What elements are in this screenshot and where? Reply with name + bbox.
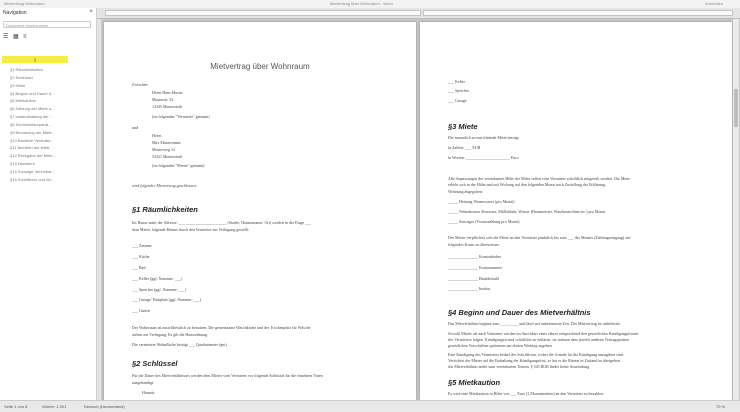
text-line: ___ Garage/ Parkplatz (ggf. Nummer: ___) (132, 297, 202, 302)
text-line: Sowohl Mieter als auch Vermieter werden … (448, 331, 639, 336)
text-line: Das Mietverhältnis beginnt zum __.__.___… (448, 321, 621, 326)
text-line: _____ Nebenkosten Abwasser, Müllabfuhr, … (448, 209, 606, 214)
text-line: (im folgenden "Vermieter" genannt) (152, 114, 210, 119)
word-count[interactable]: Wörter: 1.391 (42, 401, 66, 412)
text-line: das Mietverhältnis endet zum vereinbarte… (448, 364, 591, 369)
text-line: ___ Speicher (448, 88, 469, 93)
nav-heading-item[interactable]: §15 Schriftform und Wi... (10, 176, 56, 184)
text-line: ___ Zimmer (132, 243, 152, 248)
text-line: Der Wohnraum ist ausschliesslich zu benu… (132, 325, 311, 330)
nav-heading-item[interactable]: §13 Haustiere (10, 160, 56, 168)
text-line: (im folgenden "Mieter" genannt) (152, 163, 205, 168)
text-line: ___ Speicher (ggf. Nummer: ___) (132, 287, 187, 292)
nav-heading-item[interactable]: §11 Betreten der Mietr... (10, 144, 56, 152)
nav-heading-item[interactable]: §7 Instandhaltung der ... (10, 113, 56, 121)
section-heading: §5 Mietkaution (448, 378, 501, 387)
text-line: Eine Kündigung des Vermieters bedarf der… (448, 352, 624, 357)
text-line: 12345 Musterstadt (152, 104, 182, 109)
text-line: Musterstr. 33 (152, 97, 174, 102)
nav-heading-selected[interactable]: § (2, 56, 68, 63)
text-line: 54321 Musterstadt (152, 154, 182, 159)
section-heading: §2 Schlüssel (132, 359, 178, 368)
section-heading: §4 Beginn und Dauer des Mietverhältnis (448, 308, 591, 317)
section-heading: §1 Räumlichkeiten (132, 205, 198, 214)
nav-heading-item[interactable]: §12 Rückgabe der Mietr... (10, 152, 56, 160)
text-line: Musterweg 12 (152, 147, 175, 152)
nav-heading-item[interactable]: §10 Bauliche Veränder... (10, 137, 56, 145)
close-icon[interactable]: × (89, 9, 93, 15)
text-line: Wohnung abgegolten: (448, 189, 484, 194)
vertical-ruler[interactable] (97, 19, 102, 400)
horizontal-ruler[interactable] (97, 8, 740, 19)
navigation-heading-list: §1 Räumlichkeiten §2 Schlüssel §3 Miete … (10, 66, 56, 184)
nav-heading-item[interactable]: §6 Zahlung der Miete u... (10, 105, 56, 113)
text-line: _______________ Institut (448, 286, 491, 291)
text-line: _______________ Kontoinhaber (448, 254, 501, 259)
window-title-left: Mietvertrag Wohnraum (4, 1, 45, 6)
results-view-icon[interactable]: ≡ (23, 33, 27, 41)
ruler-page1 (105, 10, 421, 16)
text-line: Max Mustermann (152, 140, 181, 145)
nav-heading-item[interactable]: §1 Räumlichkeiten (10, 66, 56, 74)
vertical-scrollbar[interactable] (733, 19, 739, 400)
text-line: ___ Bad (132, 265, 146, 270)
text-line: Im Hause unter der Adresse: ____________… (132, 220, 312, 225)
nav-heading-item[interactable]: §8 Schönheitsreparat... (10, 121, 56, 129)
section-heading: §3 Miete (448, 122, 478, 131)
text-line: ___ Keller (ggf. Nummer: ___) (132, 276, 183, 281)
navigation-title: Navigation (3, 10, 27, 16)
document-page-2[interactable]: ___ Keller ___ Speicher ___ Garage §3 Mi… (420, 22, 732, 400)
text-line: _____ Sonstiges (Vorauszahlung pro Monat… (448, 219, 520, 224)
nav-heading-item[interactable]: §5 Mietkaution (10, 97, 56, 105)
text-line: Die monatlich zu entrichtende Miete betr… (448, 135, 519, 140)
nav-heading-item[interactable]: §4 Beginn und Dauer d... (10, 90, 56, 98)
text-line: Zwischen (132, 82, 148, 87)
text-line: wird folgender Mietvertrag geschlossen: (132, 183, 198, 188)
text-line: ___ Garage (448, 98, 467, 103)
text-line: _______________ Kontonummer (448, 265, 503, 270)
text-line: ausgehändigt: (132, 380, 155, 385)
text-line: dem Mieter folgende Räume durch den Verm… (132, 227, 250, 232)
pages-view-icon[interactable]: ▦ (13, 33, 19, 41)
status-bar: Seite 1 von 6 Wörter: 1.391 Deutsch (Deu… (0, 400, 740, 412)
text-line: _______________ Bankleitzahl (448, 276, 500, 281)
ruler-page2 (423, 10, 733, 16)
document-page-1[interactable]: Mietvertrag über Wohnraum Zwischen Herrn… (104, 22, 416, 400)
text-line: Herrn Hans Muster (152, 90, 183, 95)
text-line: in Worten: ______________________ Euro (448, 155, 519, 160)
text-line: gesetzlichen Vorschriften spätestens am … (448, 343, 553, 348)
text-line: _____ Heizung Warmwasser (pro Monat) (448, 199, 515, 204)
text-line: Der Mieter verpflichtet sich die Miete a… (448, 235, 631, 240)
navigation-search-input[interactable]: Dokument durchsuchen (3, 21, 91, 28)
scrollbar-thumb[interactable] (734, 89, 738, 127)
text-line: und (132, 125, 138, 130)
text-line: Verzichtet der Mieter auf die Einhaltung… (448, 358, 621, 363)
headings-view-icon[interactable]: ☰ (3, 33, 8, 41)
page-count[interactable]: Seite 1 von 6 (4, 401, 27, 412)
nav-heading-item[interactable]: §9 Benutzung der Mietr... (10, 129, 56, 137)
nav-heading-item[interactable]: §14 Sonstige Vereinbar... (10, 168, 56, 176)
text-line: Die vermietete Wohnfläche beträgt ___ Qu… (132, 342, 228, 347)
document-title: Mietvertrag über Wohnraum (210, 62, 310, 71)
text-line: ___ Küche (132, 254, 150, 259)
text-line: Herrn (152, 133, 162, 138)
text-line: Alle Anpassungen der vereinbarten Höhe d… (448, 176, 631, 181)
zoom-level[interactable]: 70 % (716, 401, 725, 412)
text-line: stehen zur Verfügung. Es gilt die Hausor… (132, 332, 208, 337)
nav-heading-item[interactable]: §3 Miete (10, 82, 56, 90)
navigation-pane: Navigation × Dokument durchsuchen ☰ ▦ ≡ … (0, 8, 97, 400)
text-line: ___ Keller (448, 79, 465, 84)
text-line: Es wird eine Mietkaution in Höhe von ___… (448, 391, 604, 396)
text-line: ___ Garten (132, 308, 150, 313)
nav-heading-item[interactable]: §2 Schlüssel (10, 74, 56, 82)
language-indicator[interactable]: Deutsch (Deutschland) (84, 401, 125, 412)
text-line: erhöht sich in der Höhe und mit Wirkung … (448, 182, 606, 187)
text-line: des Vermieters folgen. Kündigungen sind … (448, 337, 630, 342)
text-line: in Zahlen: ___ EUR (448, 145, 481, 150)
window-title: Mietvertrag über Wohnraum - Word (330, 1, 393, 6)
text-line: folgendes Konto zu überweisen: (448, 242, 500, 247)
text-line: Für die Dauer des Mietverhältnisses werd… (132, 373, 323, 378)
sign-in-link[interactable]: Anmelden (705, 0, 723, 8)
text-line: Haustür (142, 390, 155, 395)
